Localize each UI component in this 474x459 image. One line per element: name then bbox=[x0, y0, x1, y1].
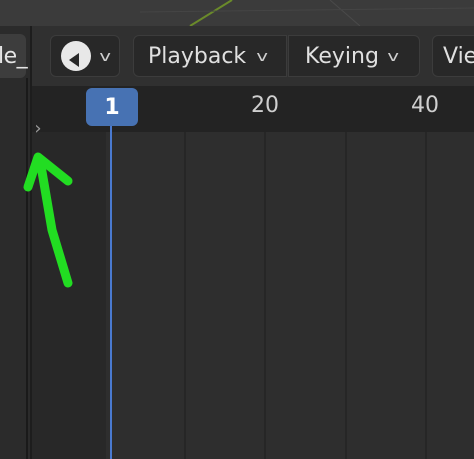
annotation-arrow bbox=[23, 152, 73, 288]
